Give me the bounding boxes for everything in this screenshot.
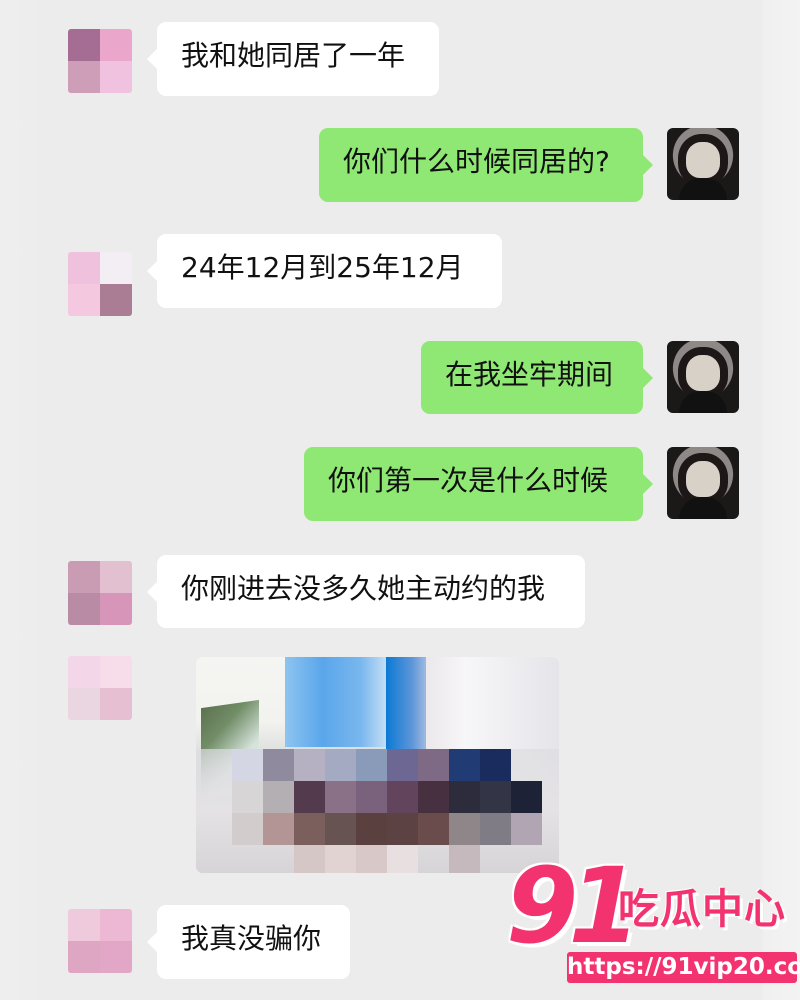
watermark-url: https://91vip20.com xyxy=(567,952,800,983)
pixelated-contact-avatar[interactable] xyxy=(68,909,132,973)
message-row: 你刚进去没多久她主动约的我 xyxy=(40,552,762,652)
pixelation-block xyxy=(294,781,325,813)
incoming-message-bubble[interactable]: 你刚进去没多久她主动约的我 xyxy=(147,555,585,628)
user-avatar[interactable] xyxy=(667,447,739,519)
pixelation-block xyxy=(449,813,480,845)
pixelation-block xyxy=(418,813,449,845)
pixelation-block xyxy=(418,781,449,813)
message-row: 24年12月到25年12月 xyxy=(40,228,762,328)
pixelated-contact-avatar[interactable] xyxy=(68,252,132,316)
pixelation-block xyxy=(294,813,325,845)
pixelation-block xyxy=(480,781,511,813)
pixelation-block xyxy=(387,781,418,813)
photo-curtain xyxy=(285,657,393,747)
incoming-message-bubble[interactable]: 我和她同居了一年 xyxy=(147,22,439,96)
pixelated-contact-avatar[interactable] xyxy=(68,561,132,625)
chat-screenshot: 我和她同居了一年 你们什么时候同居的? 24年12月到25年12月 在我坐牢期间… xyxy=(0,0,800,1000)
pixelation-block xyxy=(232,813,263,845)
incoming-message-bubble[interactable]: 24年12月到25年12月 xyxy=(147,234,502,308)
pixelation-block xyxy=(356,749,387,781)
pixelation-block xyxy=(263,781,294,813)
pixelation-block xyxy=(325,845,356,873)
message-row: 我和她同居了一年 xyxy=(40,0,762,100)
pixelation-block xyxy=(418,749,449,781)
message-row: 在我坐牢期间 xyxy=(40,337,762,437)
pixelation-block xyxy=(511,813,542,845)
watermark-title: 吃瓜中心 xyxy=(618,885,786,933)
pixelation-block xyxy=(480,813,511,845)
outgoing-message-bubble[interactable]: 你们第一次是什么时候 xyxy=(304,447,653,521)
pixelation-block xyxy=(294,749,325,781)
watermark-logo: 91 吃瓜中心 https://91vip20.com xyxy=(506,845,800,990)
pixelation-block xyxy=(263,813,294,845)
pixelation-block xyxy=(511,781,542,813)
pixelation-block xyxy=(232,781,263,813)
pixelation-block xyxy=(263,749,294,781)
pixelation-block xyxy=(480,749,511,781)
incoming-message-bubble[interactable]: 我真没骗你 xyxy=(147,905,350,979)
pixelation-block xyxy=(449,749,480,781)
blurred-photo-message[interactable] xyxy=(196,657,559,873)
pixelation-block xyxy=(387,749,418,781)
pixelation-block xyxy=(294,845,325,873)
pixelation-block xyxy=(232,749,263,781)
message-row: 你们什么时候同居的? xyxy=(40,115,762,215)
pixelated-contact-avatar[interactable] xyxy=(68,656,132,720)
pixelation-block xyxy=(356,845,387,873)
watermark-number: 91 xyxy=(506,845,641,967)
pixelation-block xyxy=(449,781,480,813)
pixelation-block xyxy=(325,813,356,845)
outgoing-message-bubble[interactable]: 你们什么时候同居的? xyxy=(319,128,653,202)
pixelation-block xyxy=(387,845,418,873)
pixelation-block xyxy=(356,781,387,813)
pixelation-block xyxy=(387,813,418,845)
outgoing-message-bubble[interactable]: 在我坐牢期间 xyxy=(421,341,653,414)
user-avatar[interactable] xyxy=(667,128,739,200)
user-avatar[interactable] xyxy=(667,341,739,413)
message-row: 你们第一次是什么时候 xyxy=(40,442,762,542)
pixelation-block xyxy=(356,813,387,845)
pixelation-block xyxy=(325,781,356,813)
pixelation-block xyxy=(449,845,480,873)
pixelated-contact-avatar[interactable] xyxy=(68,29,132,93)
pixelation-block xyxy=(325,749,356,781)
